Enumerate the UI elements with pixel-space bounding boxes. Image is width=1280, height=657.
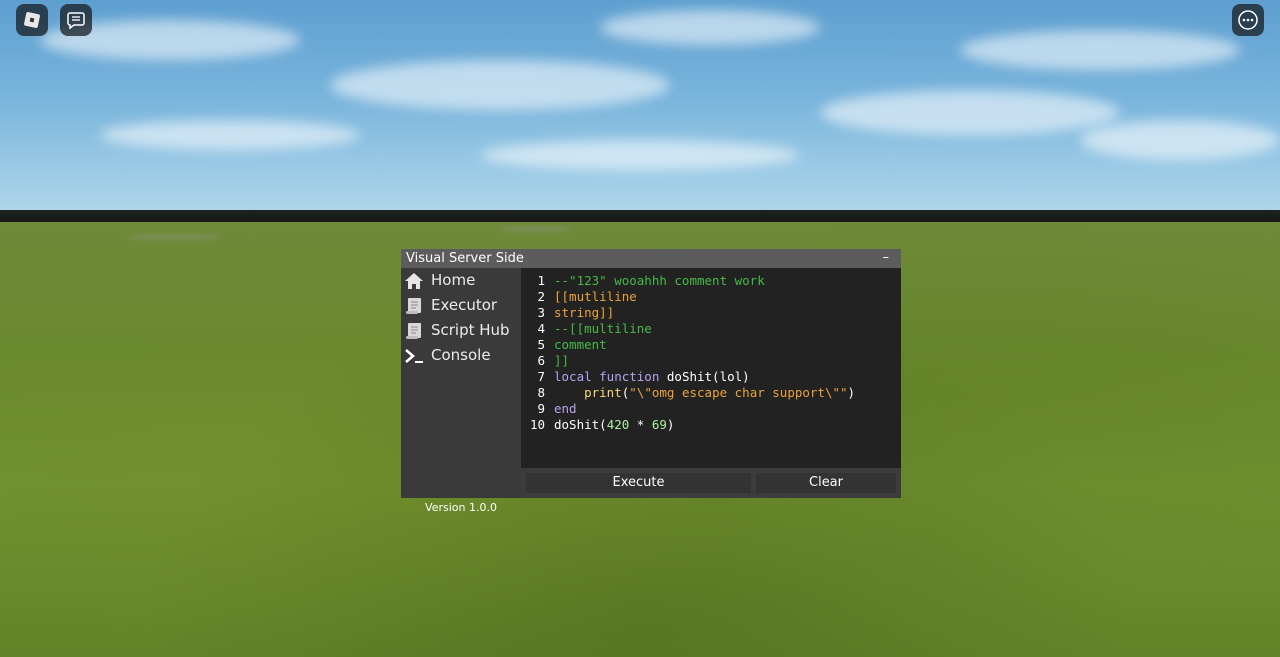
code-token: 69	[651, 417, 667, 432]
cloud	[960, 30, 1240, 70]
cloud	[100, 120, 360, 150]
code-token: comment	[554, 337, 607, 352]
cloud	[600, 10, 820, 45]
line-number: 5	[537, 337, 545, 352]
execute-button[interactable]: Execute	[526, 473, 751, 493]
minimize-button[interactable]: –	[883, 249, 890, 266]
code-text: string]]	[554, 305, 614, 321]
sidebar-item-console[interactable]: Console	[401, 344, 521, 368]
chat-icon	[67, 12, 85, 30]
ground-patch	[500, 226, 570, 232]
more-options-button[interactable]	[1232, 4, 1264, 36]
code-text: local function doShit(lol)	[554, 369, 750, 385]
code-text: comment	[554, 337, 607, 353]
code-editor[interactable]: 1 --"123" wooahhh comment work 2 [[mutlilin…	[521, 268, 901, 468]
code-text: --"123" wooahhh comment work	[554, 273, 765, 289]
code-line[interactable]: 8 print("\"omg escape char support\"")	[521, 385, 901, 401]
code-line[interactable]: 7 local function doShit(lol)	[521, 369, 901, 385]
code-text: end	[554, 401, 577, 417]
code-line[interactable]: 6]]	[521, 353, 901, 369]
code-token: "\"omg escape char support\""	[629, 385, 848, 400]
home-icon	[405, 273, 423, 289]
code-token: print	[584, 385, 622, 400]
code-line[interactable]: 5 comment	[521, 337, 901, 353]
code-token: 420	[606, 417, 630, 432]
line-number: 7	[537, 369, 545, 384]
code-line[interactable]: 2 [[mutliline	[521, 289, 901, 305]
code-token: *	[629, 417, 652, 432]
code-text: --[[multiline	[554, 321, 652, 337]
sidebar: Home Executor Script Hub Console Version…	[401, 268, 521, 514]
code-text: doShit(420 * 69)	[554, 417, 674, 433]
roblox-menu-button[interactable]	[16, 4, 48, 36]
code-token: )	[666, 417, 675, 432]
ground-patch	[130, 234, 220, 240]
code-token: doShit(lol)	[666, 369, 750, 384]
code-token: string]]	[554, 305, 615, 320]
code-line[interactable]: 9 end	[521, 401, 901, 417]
code-text: [[mutliline	[554, 289, 637, 305]
code-text: print("\"omg escape char support\"")	[554, 385, 855, 401]
line-number: 2	[537, 289, 545, 304]
ellipsis-icon	[1238, 10, 1258, 30]
code-token: doShit(	[554, 417, 607, 432]
line-number: 4	[537, 321, 545, 336]
code-token: [[mutliline	[554, 289, 637, 304]
cloud	[480, 140, 800, 170]
roblox-logo-icon	[24, 12, 40, 28]
terminal-icon	[405, 349, 423, 363]
sidebar-item-label: Console	[431, 346, 491, 364]
line-number: 10	[529, 417, 545, 432]
code-token: end	[554, 401, 577, 416]
scroll-icon	[406, 298, 421, 314]
line-number: 6	[537, 353, 545, 368]
code-line[interactable]: 10 doShit(420 * 69)	[521, 417, 901, 433]
window-title: Visual Server Side	[406, 251, 524, 266]
scroll-icon	[406, 323, 421, 339]
code-line[interactable]: 4 --[[multiline	[521, 321, 901, 337]
sidebar-item-script-hub[interactable]: Script Hub	[401, 319, 521, 343]
sidebar-item-label: Executor	[431, 296, 498, 314]
line-number: 9	[537, 401, 545, 416]
cloud	[1080, 120, 1280, 160]
executor-window: Visual Server Side – Home Executor Scrip…	[401, 249, 901, 514]
code-token: ]]	[554, 353, 570, 368]
code-line[interactable]: 1 --"123" wooahhh comment work	[521, 273, 901, 289]
chat-button[interactable]	[60, 4, 92, 36]
sky	[0, 0, 1280, 216]
cloud	[820, 90, 1120, 135]
code-line[interactable]: 3 string]]	[521, 305, 901, 321]
line-number: 3	[537, 305, 545, 320]
line-number: 8	[537, 385, 545, 400]
code-token: )	[847, 385, 856, 400]
sidebar-item-label: Home	[431, 271, 476, 289]
title-bar[interactable]: Visual Server Side –	[401, 249, 901, 268]
version-label: Version 1.0.0	[425, 501, 497, 514]
sidebar-item-label: Script Hub	[431, 321, 510, 339]
code-token: local function	[554, 369, 667, 384]
code-text: ]]	[554, 353, 569, 369]
sidebar-item-executor[interactable]: Executor	[401, 294, 521, 318]
code-token: --"123" wooahhh comment work	[554, 273, 765, 288]
code-token: --[[multiline	[554, 321, 652, 336]
line-number: 1	[537, 273, 545, 288]
cloud	[330, 60, 670, 110]
sidebar-item-home[interactable]: Home	[401, 269, 521, 293]
clear-button[interactable]: Clear	[756, 473, 896, 493]
